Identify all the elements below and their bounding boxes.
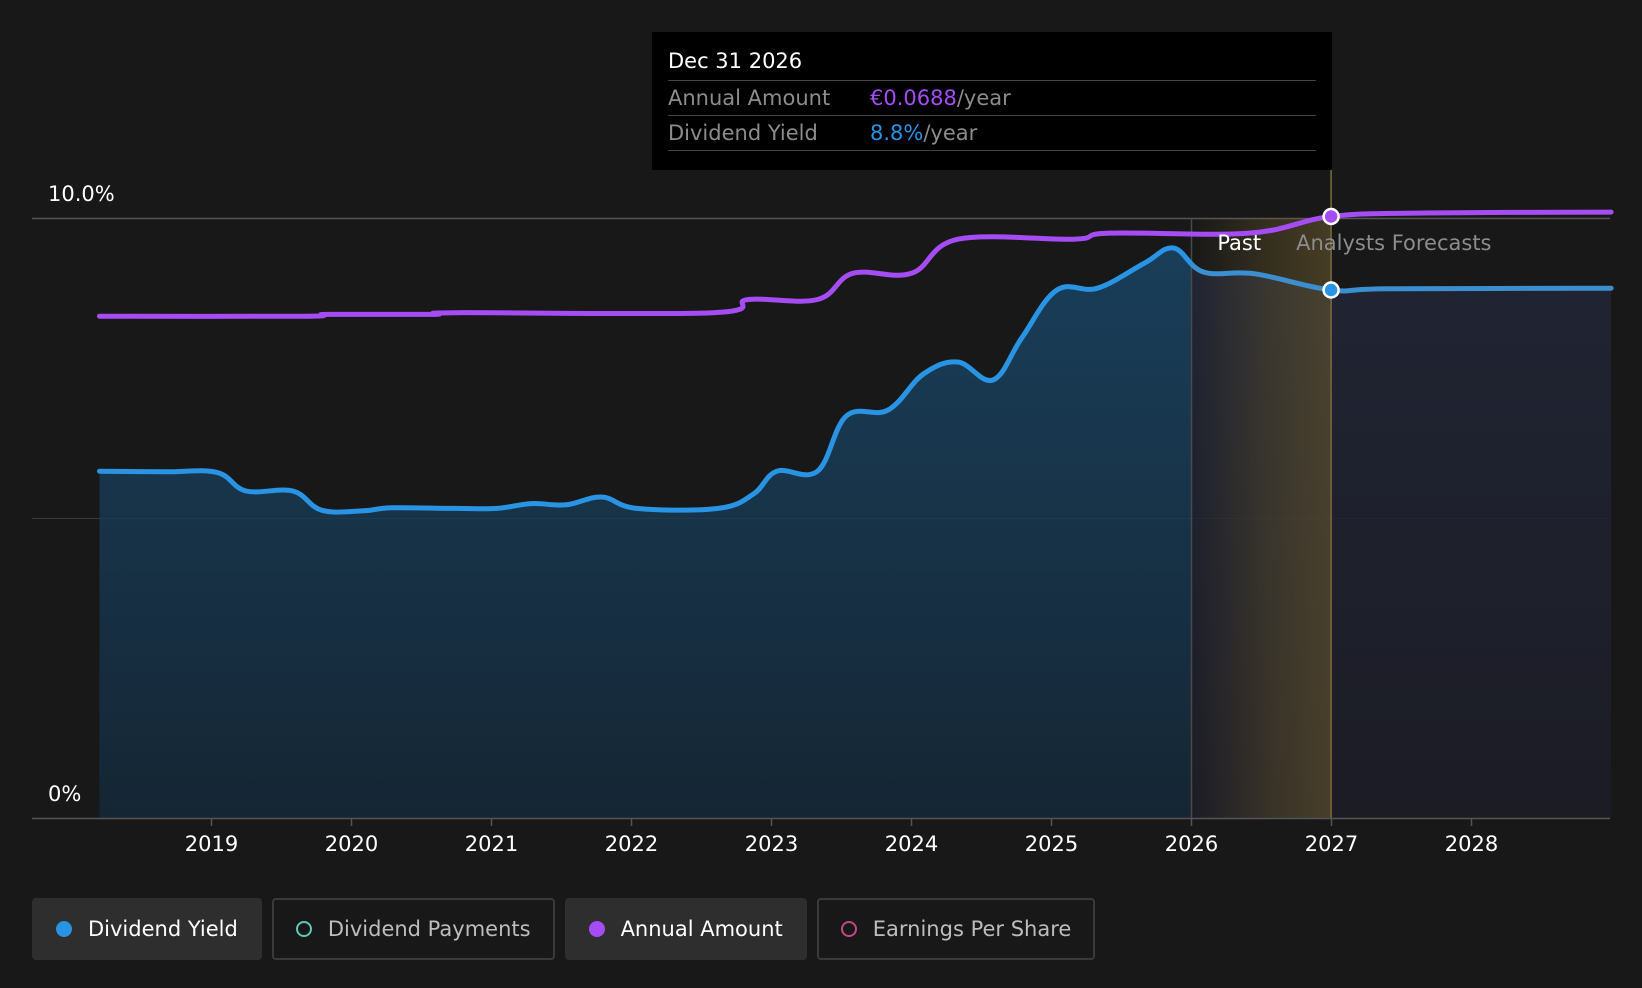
x-tick-label: 2025 [1025,832,1078,856]
tooltip-date: Dec 31 2026 [668,46,1316,81]
x-tick-label: 2026 [1165,832,1218,856]
tooltip-unit: /year [923,121,978,145]
dividend-yield-marker[interactable] [1322,281,1340,299]
y-label-bottom: 0% [48,782,81,806]
legend-annual-amount[interactable]: Annual Amount [564,898,807,960]
x-tick-label: 2021 [465,832,518,856]
tooltip-label: Annual Amount [668,86,831,110]
earnings-per-share-ring-icon [840,921,857,937]
legend-dividend-yield[interactable]: Dividend Yield [32,898,262,960]
past-label: Past [1217,231,1261,255]
tooltip: Dec 31 2026 Annual Amount €0.0688 /year … [652,32,1332,170]
x-tick-label: 2024 [885,832,938,856]
tooltip-label: Dividend Yield [668,121,818,145]
legend-dividend-payments[interactable]: Dividend Payments [271,898,555,960]
dividend-yield-dot-icon [56,921,72,937]
x-axis-ticks: 2019 2020 2021 2022 2023 2024 2025 2026 2027 2028 [185,818,1498,856]
x-tick-label: 2027 [1305,832,1358,856]
x-tick-label: 2028 [1445,832,1498,856]
forecast-highlight-band [1191,218,1332,818]
x-tick-label: 2019 [185,832,238,856]
tooltip-row-dividend-yield: Dividend Yield 8.8% /year [668,116,1316,151]
x-tick-label: 2023 [745,832,798,856]
dividend-payments-ring-icon [295,921,312,937]
y-label-top: 10.0% [48,182,115,206]
tooltip-row-annual-amount: Annual Amount €0.0688 /year [668,81,1316,116]
forecast-label: Analysts Forecasts [1296,231,1491,255]
tooltip-unit: /year [956,86,1011,110]
legend-label: Dividend Yield [88,917,238,941]
annual-amount-dot-icon [588,921,605,937]
legend-label: Earnings Per Share [872,917,1072,941]
tooltip-value: €0.0688 [870,86,957,110]
legend: Dividend Yield Dividend Payments Annual … [32,898,1096,960]
x-tick-label: 2022 [605,832,658,856]
x-tick-label: 2020 [325,832,378,856]
legend-label: Dividend Payments [327,917,531,941]
legend-earnings-per-share[interactable]: Earnings Per Share [816,898,1096,960]
annual-amount-marker[interactable] [1322,207,1340,226]
legend-label: Annual Amount [620,917,783,941]
tooltip-value: 8.8% [870,121,924,145]
